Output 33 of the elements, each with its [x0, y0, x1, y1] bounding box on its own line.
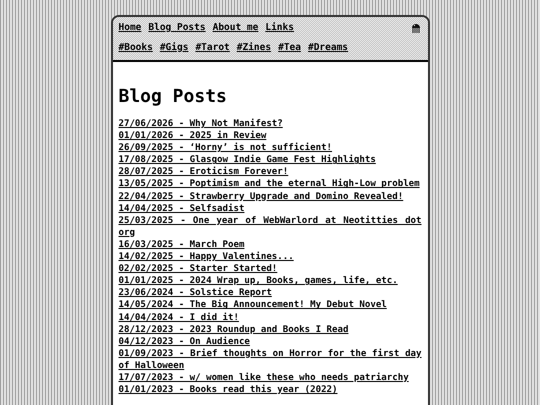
post-link[interactable]: 25/03/2025 - One year of WebWarlord at Neotitties dot org: [118, 214, 422, 239]
tag-link[interactable]: #Tarot: [195, 42, 230, 54]
tag-link[interactable]: #Dreams: [308, 42, 348, 54]
post-link[interactable]: 17/08/2025 - Glasgow Indie Game Fest Highlights: [118, 154, 422, 166]
post-link[interactable]: 27/06/2026 - Why Not Manifest?: [118, 118, 422, 130]
page-title: Blog Posts: [118, 86, 228, 108]
tag-link[interactable]: #Gigs: [160, 42, 188, 54]
nav-link[interactable]: Home: [118, 22, 142, 34]
post-link[interactable]: 26/09/2025 - ‘Horny’ is not sufficient!: [118, 142, 422, 154]
post-link[interactable]: 14/02/2025 - Happy Valentines...: [118, 251, 422, 264]
tag-link[interactable]: #Tea: [278, 42, 301, 54]
post-link[interactable]: 28/07/2025 - Eroticism Forever!: [118, 166, 422, 178]
post-link[interactable]: 23/06/2024 - Solstice Report: [118, 287, 422, 300]
post-link[interactable]: 14/04/2024 - I did it!: [118, 312, 422, 324]
post-link[interactable]: 02/02/2025 - Starter Started!: [118, 263, 422, 276]
tag-link[interactable]: #Books: [118, 42, 153, 54]
post-link[interactable]: 13/05/2025 - Poptimism and the eternal High-Low problem: [118, 178, 422, 191]
post-link[interactable]: 14/05/2024 - The Big Announcement! My Debut Novel: [118, 299, 422, 312]
nav-link[interactable]: Blog Posts: [148, 22, 206, 34]
post-link[interactable]: 04/12/2023 - On Audience: [118, 336, 422, 348]
nav-link[interactable]: Links: [265, 22, 294, 34]
nav-link[interactable]: About me: [212, 22, 258, 34]
post-link[interactable]: 01/09/2023 - Brief thoughts on Horror for the first day of Halloween: [118, 348, 422, 372]
tag-link[interactable]: #Zines: [236, 42, 272, 54]
post-link[interactable]: 22/04/2025 - Strawberry Upgrade and Domino Revealed!: [118, 190, 422, 203]
post-link[interactable]: 14/04/2025 - Selfsadist: [118, 202, 422, 215]
jellyfish-icon[interactable]: [410, 22, 420, 34]
post-link[interactable]: 01/01/2026 - 2025 in Review: [118, 130, 422, 142]
post-link[interactable]: 17/07/2023 - w/ women like these who needs patriarchy: [118, 372, 422, 384]
post-link[interactable]: 01/01/2023 - Books read this year (2022): [118, 384, 422, 396]
post-link[interactable]: 28/12/2023 - 2023 Roundup and Books I Read: [118, 324, 422, 336]
post-link[interactable]: 01/01/2025 - 2024 Wrap up, Books, games, life, etc.: [118, 275, 422, 288]
post-link[interactable]: 16/03/2025 - March Poem: [118, 238, 422, 252]
